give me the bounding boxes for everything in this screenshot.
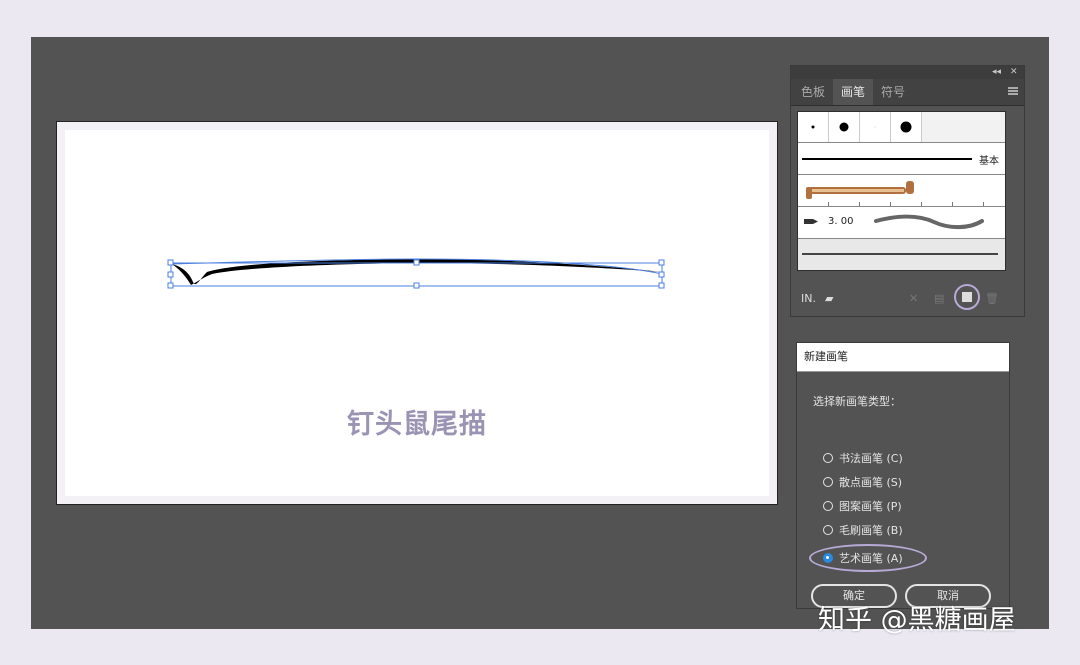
panel-footer: IN. ▰ ✕ ▤ 🗑 xyxy=(791,278,1024,316)
collapse-icon[interactable]: ◂◂ xyxy=(992,66,1001,79)
brush-pattern-chain[interactable] xyxy=(798,175,1005,207)
row-ticks xyxy=(798,202,1005,206)
brush-bristle[interactable] xyxy=(798,239,1005,270)
option-calligraphic[interactable]: 书法画笔 (C) xyxy=(823,449,903,467)
handle-top-right[interactable] xyxy=(658,259,665,266)
brush-calligraphic[interactable]: 3. 00 xyxy=(798,207,1005,239)
canvas-workspace: 钉头鼠尾描 ◂◂ ✕ 色板 画笔 符号 基本 3. 00 IN. ▰ ✕ ▤ 🗑… xyxy=(31,37,1049,629)
radio-icon[interactable] xyxy=(823,525,833,535)
tab-swatches[interactable]: 色板 xyxy=(793,79,833,105)
options-icon[interactable]: ▤ xyxy=(934,292,944,305)
panel-titlebar: ◂◂ ✕ xyxy=(791,66,1024,79)
tab-brushes[interactable]: 画笔 xyxy=(833,79,874,105)
tab-symbols[interactable]: 符号 xyxy=(873,79,913,105)
basic-line-preview xyxy=(802,158,972,160)
handle-middle-right[interactable] xyxy=(658,271,665,278)
brush-library-icon[interactable]: IN. xyxy=(801,292,816,305)
brush-stroke[interactable] xyxy=(57,122,777,504)
chain-pattern-preview xyxy=(806,181,914,199)
pen-nib-icon xyxy=(804,219,818,224)
wave-preview xyxy=(874,214,984,230)
delete-brush-icon[interactable]: 🗑 xyxy=(985,292,999,305)
radio-icon[interactable] xyxy=(823,477,833,487)
brushes-panel: ◂◂ ✕ 色板 画笔 符号 基本 3. 00 IN. ▰ ✕ ▤ 🗑 xyxy=(790,65,1025,317)
artboard-title: 钉头鼠尾描 xyxy=(347,409,487,440)
handle-top-left[interactable] xyxy=(167,259,174,266)
art-option-highlight xyxy=(809,544,927,572)
watermark: 知乎 @黑糖画屋 xyxy=(818,605,1016,636)
brush-dot-small[interactable] xyxy=(798,112,829,142)
pen-size-value: 3. 00 xyxy=(828,216,854,227)
option-bristle[interactable]: 毛刷画笔 (B) xyxy=(823,521,903,539)
handle-middle-left[interactable] xyxy=(167,271,174,278)
radio-icon[interactable] xyxy=(823,501,833,511)
bristle-preview xyxy=(802,253,998,255)
panel-menu-icon[interactable] xyxy=(1008,87,1018,95)
brush-dot-medium[interactable] xyxy=(829,112,860,142)
brush-dot-large[interactable] xyxy=(891,112,922,142)
brush-basic[interactable]: 基本 xyxy=(798,143,1005,175)
dot-brush-row xyxy=(798,112,1005,143)
remove-stroke-icon[interactable]: ✕ xyxy=(909,292,918,305)
handle-bottom-left[interactable] xyxy=(167,282,174,289)
handle-bottom-right[interactable] xyxy=(658,282,665,289)
handle-bottom-center[interactable] xyxy=(413,282,420,289)
option-pattern[interactable]: 图案画笔 (P) xyxy=(823,497,902,515)
artboard[interactable]: 钉头鼠尾描 xyxy=(56,121,778,505)
brush-library-menu-icon[interactable]: ▰ xyxy=(825,292,833,305)
panel-tabs: 色板 画笔 符号 xyxy=(791,79,1024,106)
new-brush-icon[interactable] xyxy=(962,292,972,302)
option-scatter[interactable]: 散点画笔 (S) xyxy=(823,473,902,491)
dialog-title: 新建画笔 xyxy=(797,343,1009,372)
close-icon[interactable]: ✕ xyxy=(1010,66,1018,79)
radio-icon[interactable] xyxy=(823,453,833,463)
brush-list: 基本 3. 00 xyxy=(797,111,1006,271)
brush-dot-tiny[interactable] xyxy=(860,112,891,142)
dialog-prompt: 选择新画笔类型： xyxy=(813,395,901,408)
handle-top-center[interactable] xyxy=(413,259,420,266)
basic-label: 基本 xyxy=(979,156,999,167)
new-brush-dialog: 新建画笔 选择新画笔类型： 书法画笔 (C) 散点画笔 (S) 图案画笔 (P)… xyxy=(796,342,1010,609)
